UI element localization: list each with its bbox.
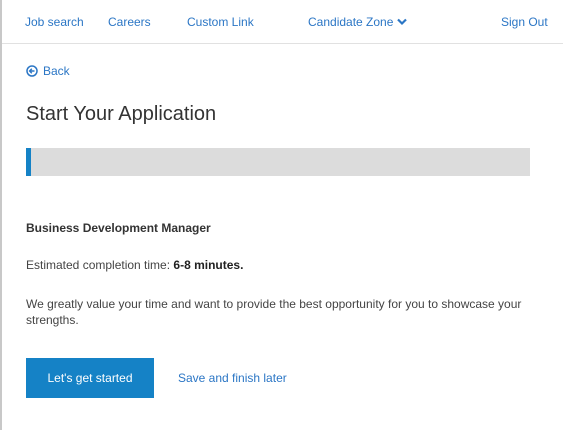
- intro-description: We greatly value your time and want to p…: [26, 297, 522, 327]
- nav-link-careers[interactable]: Careers: [108, 15, 151, 29]
- chevron-down-icon: [397, 18, 408, 25]
- page-title: Start Your Application: [26, 103, 217, 125]
- save-and-finish-later-link[interactable]: Save and finish later: [178, 371, 287, 385]
- estimate-value: 6-8 minutes.: [173, 258, 244, 272]
- nav-candidate-zone-label: Candidate Zone: [308, 15, 394, 29]
- back-label: Back: [43, 64, 70, 78]
- start-application-button[interactable]: Let's get started: [26, 358, 154, 398]
- job-title: Business Development Manager: [26, 221, 211, 235]
- nav-link-custom-link[interactable]: Custom Link: [187, 15, 254, 29]
- application-page: Job search Careers Custom Link Candidate…: [0, 0, 563, 430]
- nav-link-sign-out[interactable]: Sign Out: [501, 15, 548, 29]
- back-link[interactable]: Back: [26, 64, 70, 78]
- progress-bar: [26, 148, 530, 176]
- estimate-label: Estimated completion time:: [26, 258, 171, 272]
- top-navigation: Job search Careers Custom Link Candidate…: [2, 0, 563, 44]
- estimated-completion-time: Estimated completion time: 6-8 minutes.: [26, 258, 243, 272]
- progress-bar-fill: [26, 148, 32, 176]
- nav-candidate-zone-dropdown[interactable]: Candidate Zone: [308, 15, 408, 29]
- nav-link-job-search[interactable]: Job search: [25, 15, 84, 29]
- back-circle-arrow-icon: [26, 65, 38, 77]
